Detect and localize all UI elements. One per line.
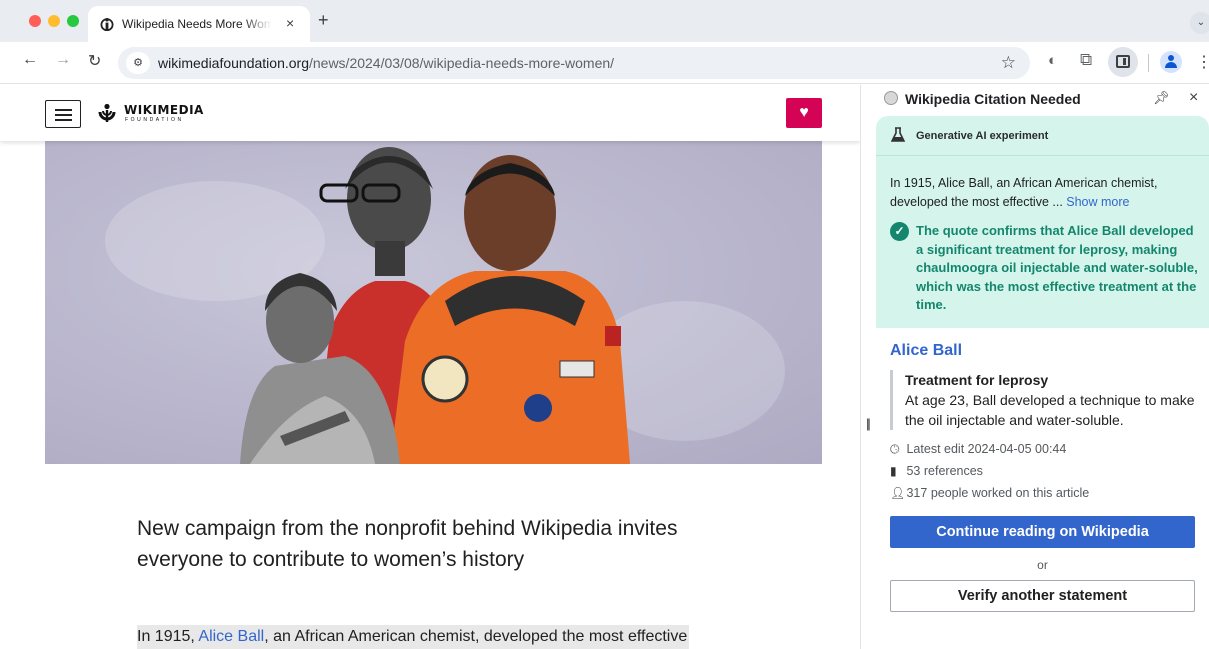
article-headline: New campaign from the nonprofit behind W…	[137, 517, 678, 571]
tab-title: Wikipedia Needs More Women	[122, 17, 272, 31]
bookmark-icon: ▮	[890, 464, 897, 478]
reload-icon[interactable]: ↻	[88, 51, 101, 71]
flask-icon	[891, 127, 905, 142]
back-arrow-icon[interactable]: ←	[22, 51, 38, 69]
checkmark-icon: ✓	[890, 222, 909, 241]
latest-edit-row: 🕓︎ Latest edit 2024-04-05 00:44	[890, 442, 1067, 456]
article-snippet: Treatment for leprosy At age 23, Ball de…	[890, 370, 1200, 430]
close-panel-icon[interactable]: ×	[1189, 89, 1198, 107]
snippet-heading: Treatment for leprosy	[905, 372, 1049, 388]
references-row: ▮ 53 references	[890, 464, 983, 478]
person-icon: 👤︎	[890, 486, 906, 500]
clock-icon: 🕓︎	[890, 442, 900, 456]
verification-result: The quote confirms that Alice Ball devel…	[916, 223, 1198, 312]
side-panel: Wikipedia Citation Needed 📌︎ × Generativ…	[876, 85, 1209, 649]
close-window-button[interactable]	[29, 15, 41, 27]
verification-card: Generative AI experiment In 1915, Alice …	[876, 116, 1209, 328]
wikimedia-favicon-icon	[100, 18, 114, 31]
contributors-row: 👤︎ 317 people worked on this article	[890, 486, 1090, 500]
logo-wordmark[interactable]: WIKIMEDIA	[124, 103, 204, 117]
hamburger-menu-icon[interactable]	[45, 100, 81, 128]
side-panel-header: Wikipedia Citation Needed 📌︎ ×	[876, 85, 1209, 115]
side-panel-icon[interactable]	[1108, 47, 1138, 77]
side-panel-divider	[860, 85, 876, 649]
browser-tab[interactable]: Wikipedia Needs More Women ×	[88, 6, 310, 42]
verify-another-button[interactable]: Verify another statement	[890, 580, 1195, 612]
show-more-link[interactable]: Show more	[1066, 195, 1129, 209]
new-tab-button[interactable]: +	[318, 10, 329, 31]
ai-experiment-bar: Generative AI experiment	[876, 116, 1209, 156]
alice-ball-link[interactable]: Alice Ball	[198, 628, 264, 645]
site-info-icon[interactable]: ⚙	[126, 52, 150, 74]
ai-experiment-label: Generative AI experiment	[916, 130, 1049, 142]
logo-subtitle: FOUNDATION	[125, 117, 184, 123]
resize-handle-icon[interactable]: ||	[866, 416, 871, 431]
minimize-window-button[interactable]	[48, 15, 60, 27]
tab-strip: Wikipedia Needs More Women × + ⌄	[0, 0, 1209, 42]
extension-icon[interactable]: ◐	[1048, 52, 1057, 69]
maximize-window-button[interactable]	[67, 15, 79, 27]
browser-toolbar: ← → ↻ ⚙ wikimediafoundation.org/news/202…	[0, 42, 1209, 84]
site-header: WIKIMEDIA FOUNDATION ♥	[0, 85, 860, 141]
wikipedia-globe-icon	[884, 91, 898, 105]
side-panel-title: Wikipedia Citation Needed	[905, 91, 1081, 107]
selected-quote: In 1915, Alice Ball, an African American…	[890, 176, 1158, 209]
url-text[interactable]: wikimediafoundation.org/news/2024/03/08/…	[158, 55, 614, 71]
address-bar[interactable]: ⚙ wikimediafoundation.org/news/2024/03/0…	[118, 47, 1030, 79]
hero-image	[45, 141, 822, 464]
toolbar-separator	[1148, 54, 1149, 72]
bookmark-star-icon[interactable]: ☆	[1001, 53, 1016, 73]
pin-icon[interactable]: 📌︎	[1153, 90, 1170, 106]
donate-heart-button[interactable]: ♥	[786, 98, 822, 128]
tab-close-icon[interactable]: ×	[286, 15, 294, 31]
or-label: or	[1037, 558, 1048, 572]
tab-search-chevron-icon[interactable]: ⌄	[1190, 12, 1209, 34]
profile-icon[interactable]	[1160, 51, 1182, 73]
wikimedia-logo-icon[interactable]	[97, 103, 117, 123]
kebab-menu-icon[interactable]: ⋮	[1196, 52, 1209, 72]
web-page: WIKIMEDIA FOUNDATION ♥ New campaign from…	[0, 85, 860, 649]
article-body-text: In 1915, Alice Ball, an African American…	[137, 625, 690, 649]
forward-arrow-icon[interactable]: →	[55, 51, 71, 69]
snippet-text: At age 23, Ball developed a technique to…	[905, 392, 1195, 428]
continue-reading-button[interactable]: Continue reading on Wikipedia	[890, 516, 1195, 548]
article-title-link[interactable]: Alice Ball	[890, 342, 962, 360]
puzzle-icon[interactable]: ⧉	[1080, 50, 1092, 70]
